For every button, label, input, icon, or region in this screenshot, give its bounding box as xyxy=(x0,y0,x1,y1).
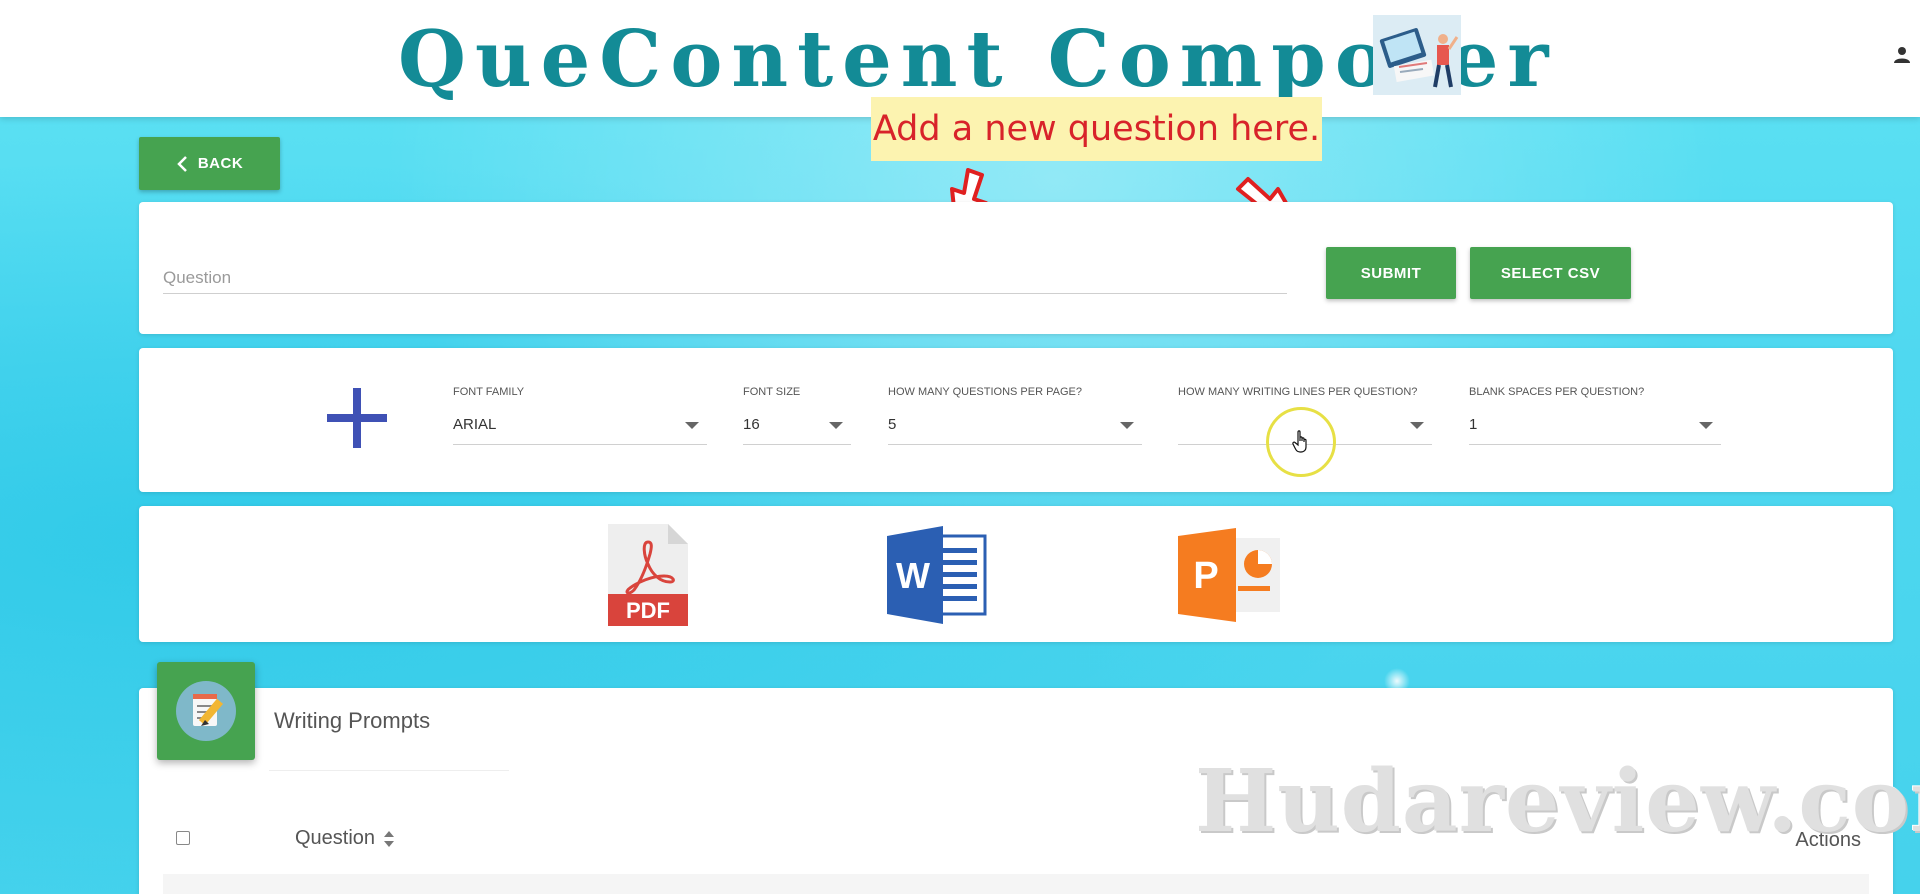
back-button-label: BACK xyxy=(197,155,244,172)
font-size-value: 16 xyxy=(743,416,760,433)
table-row xyxy=(163,874,1869,894)
powerpoint-icon[interactable]: P xyxy=(1178,528,1282,622)
title-divider xyxy=(269,770,509,771)
back-button[interactable]: BACK xyxy=(139,137,280,190)
select-all-checkbox[interactable] xyxy=(176,831,190,845)
question-form-card: SUBMIT SELECT CSV xyxy=(139,202,1893,334)
questions-per-page-field: HOW MANY QUESTIONS PER PAGE? 5 xyxy=(888,386,1142,445)
word-icon[interactable]: W xyxy=(887,526,987,624)
font-size-select[interactable]: 16 xyxy=(743,412,851,445)
font-family-label: FONT FAMILY xyxy=(453,386,525,398)
hand-cursor-icon xyxy=(1292,430,1310,454)
font-size-field: FONT SIZE 16 xyxy=(743,386,851,445)
blank-spaces-select[interactable]: 1 xyxy=(1469,412,1721,445)
writing-laptop-illustration-icon xyxy=(1373,15,1461,95)
question-column-header[interactable]: Question xyxy=(295,827,395,850)
caret-down-icon xyxy=(1410,422,1424,429)
ppt-label: P xyxy=(1193,555,1218,597)
blank-spaces-value: 1 xyxy=(1469,416,1478,433)
blank-spaces-field: BLANK SPACES PER QUESTION? 1 xyxy=(1469,386,1721,445)
writing-prompts-title: Writing Prompts xyxy=(274,708,431,733)
blank-spaces-label: BLANK SPACES PER QUESTION? xyxy=(1469,386,1645,398)
screen-glare xyxy=(1384,668,1410,694)
pdf-icon[interactable]: PDF xyxy=(608,524,688,626)
questions-per-page-label: HOW MANY QUESTIONS PER PAGE? xyxy=(888,386,1082,398)
caret-down-icon xyxy=(1120,422,1134,429)
pdf-label: PDF xyxy=(626,598,670,623)
font-size-label: FONT SIZE xyxy=(743,386,801,398)
annotation-callout: Add a new question here. xyxy=(871,97,1322,161)
questions-per-page-value: 5 xyxy=(888,416,897,433)
submit-button[interactable]: SUBMIT xyxy=(1326,247,1456,299)
caret-down-icon xyxy=(1699,422,1713,429)
person-icon[interactable] xyxy=(1893,46,1911,64)
font-family-field: FONT FAMILY ARIAL xyxy=(453,386,707,445)
notepad-pencil-icon xyxy=(157,662,255,760)
settings-card: FONT FAMILY ARIAL FONT SIZE 16 HOW MANY … xyxy=(139,348,1893,492)
questions-per-page-select[interactable]: 5 xyxy=(888,412,1142,445)
export-card: PDF W P xyxy=(139,506,1893,642)
font-family-value: ARIAL xyxy=(453,416,497,433)
question-column-label: Question xyxy=(295,827,376,849)
select-csv-button[interactable]: SELECT CSV xyxy=(1470,247,1631,299)
font-family-select[interactable]: ARIAL xyxy=(453,412,707,445)
caret-down-icon xyxy=(685,422,699,429)
caret-down-icon xyxy=(829,422,843,429)
sort-icon xyxy=(384,830,395,847)
watermark-text: Hudareview.com xyxy=(1195,751,1920,852)
word-label: W xyxy=(896,555,930,596)
plus-icon[interactable] xyxy=(327,388,387,448)
question-input[interactable] xyxy=(163,262,1287,294)
chevron-left-icon xyxy=(177,155,187,172)
